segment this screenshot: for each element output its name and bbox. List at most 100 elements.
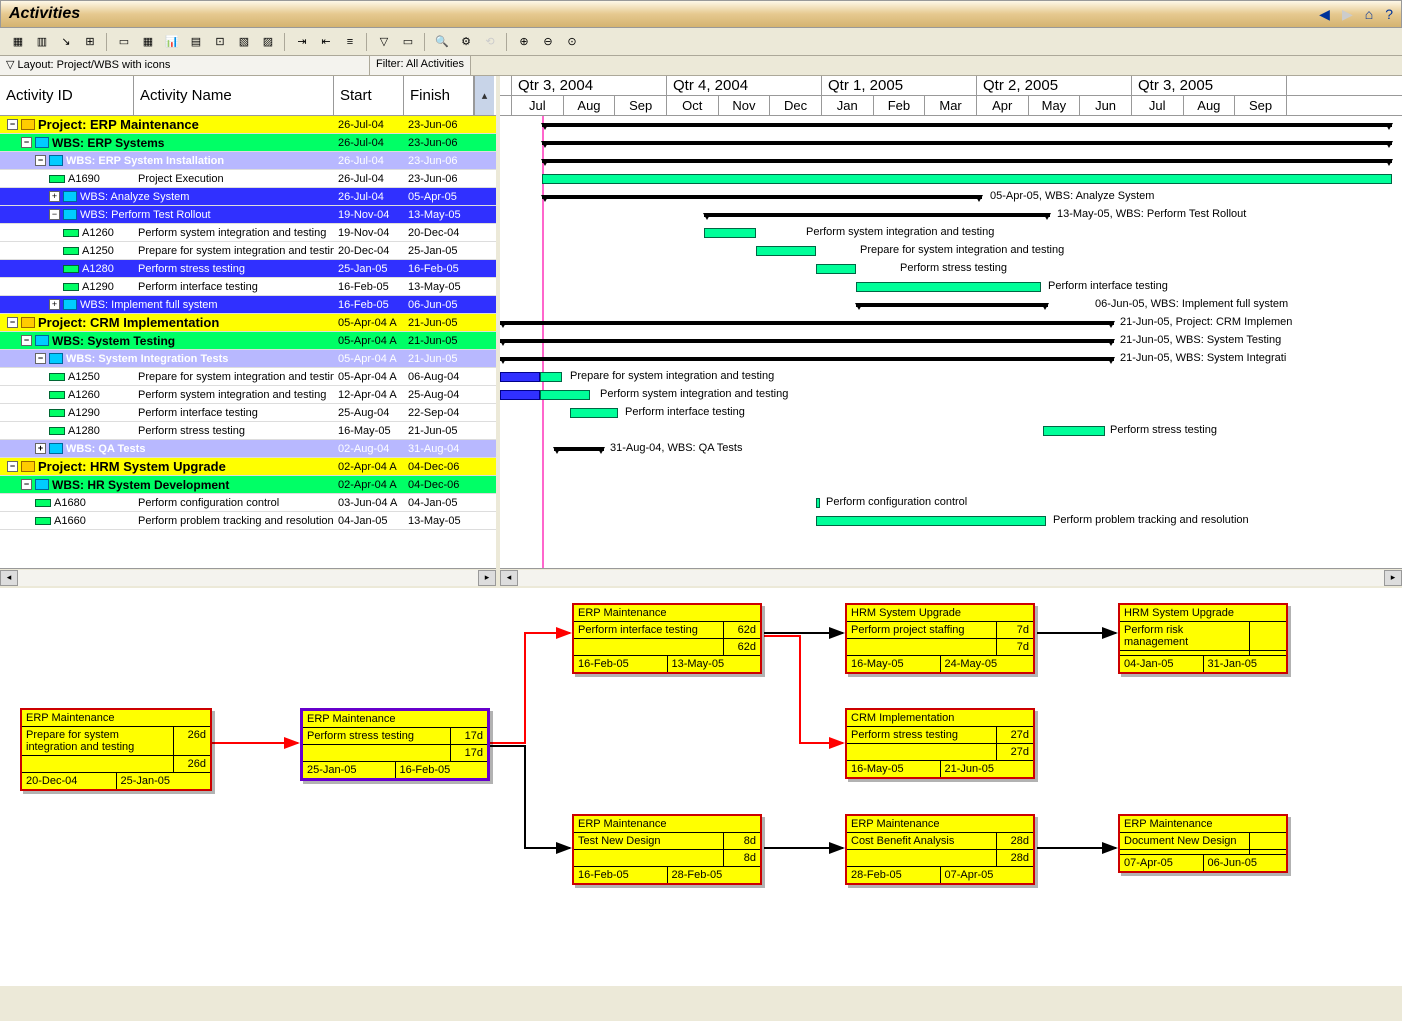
grid-icon[interactable]: ▭: [114, 32, 134, 52]
task-bar[interactable]: [500, 390, 540, 400]
indent-icon[interactable]: ⇥: [292, 32, 312, 52]
expander-icon[interactable]: −: [7, 119, 18, 130]
task-bar[interactable]: [570, 408, 618, 418]
grid-row[interactable]: A1260Perform system integration and test…: [0, 224, 496, 242]
col-start[interactable]: Start: [334, 76, 404, 115]
zoom-out-icon[interactable]: ⊖: [538, 32, 558, 52]
col-finish[interactable]: Finish: [404, 76, 474, 115]
network-diagram[interactable]: ERP MaintenancePrepare for system integr…: [0, 586, 1402, 986]
network-node[interactable]: ERP MaintenancePerform interface testing…: [572, 603, 762, 674]
grid-row[interactable]: + WBS: Implement full systemWBS: Impleme…: [0, 296, 496, 314]
grid-row[interactable]: A1690Project Execution26-Jul-0423-Jun-06: [0, 170, 496, 188]
network-node[interactable]: HRM System UpgradePerform risk managemen…: [1118, 603, 1288, 674]
summary-bar[interactable]: [554, 447, 604, 451]
task-bar[interactable]: [704, 228, 756, 238]
grid-row[interactable]: − Project: CRM ImplementationProject: CR…: [0, 314, 496, 332]
zoom-fit-icon[interactable]: ⊙: [562, 32, 582, 52]
grid-row[interactable]: + WBS: QA TestsWBS: QA Tests02-Aug-0431-…: [0, 440, 496, 458]
expander-icon[interactable]: −: [49, 209, 60, 220]
summary-bar[interactable]: [500, 321, 1114, 325]
expander-icon[interactable]: −: [35, 155, 46, 166]
grid-row[interactable]: − WBS: ERP SystemsWBS: ERP Systems26-Jul…: [0, 134, 496, 152]
task-bar[interactable]: [816, 498, 820, 508]
summary-bar[interactable]: [542, 195, 982, 199]
expander-icon[interactable]: −: [7, 317, 18, 328]
scroll-up-icon[interactable]: ▴: [474, 76, 494, 115]
grid-row[interactable]: A1660Perform problem tracking and resolu…: [0, 512, 496, 530]
gantt-chart[interactable]: 05-Apr-05, WBS: Analyze System13-May-05,…: [500, 116, 1402, 568]
network-node[interactable]: ERP MaintenanceCost Benefit Analysis28d2…: [845, 814, 1035, 885]
scroll-left-icon[interactable]: ◂: [500, 570, 518, 586]
network-node[interactable]: ERP MaintenanceDocument New Design07-Apr…: [1118, 814, 1288, 873]
grid-row[interactable]: A1260Perform system integration and test…: [0, 386, 496, 404]
hscroll-right[interactable]: ◂ ▸: [500, 568, 1402, 586]
network-node[interactable]: CRM ImplementationPerform stress testing…: [845, 708, 1035, 779]
filter-icon[interactable]: ▽: [374, 32, 394, 52]
network-node[interactable]: HRM System UpgradePerform project staffi…: [845, 603, 1035, 674]
grid-row[interactable]: A1250Prepare for system integration and …: [0, 368, 496, 386]
layout-icon[interactable]: ▦: [8, 32, 28, 52]
expander-icon[interactable]: +: [49, 299, 60, 310]
expander-icon[interactable]: −: [21, 137, 32, 148]
link-icon[interactable]: ⟲: [480, 32, 500, 52]
chart-icon[interactable]: 📊: [162, 32, 182, 52]
home-icon[interactable]: ⌂: [1365, 6, 1373, 22]
grid-row[interactable]: A1280Perform stress testing25-Jan-0516-F…: [0, 260, 496, 278]
expander-icon[interactable]: +: [49, 191, 60, 202]
grid-row[interactable]: − WBS: System TestingWBS: System Testing…: [0, 332, 496, 350]
nav-prev-icon[interactable]: ◀: [1319, 6, 1330, 23]
network-node[interactable]: ERP MaintenancePerform stress testing17d…: [300, 708, 490, 781]
grid-row[interactable]: − WBS: Perform Test RolloutWBS: Perform …: [0, 206, 496, 224]
outdent-icon[interactable]: ⇤: [316, 32, 336, 52]
summary-bar[interactable]: [542, 159, 1392, 163]
rows-icon[interactable]: ≡: [340, 32, 360, 52]
zoom-in-icon[interactable]: ⊕: [514, 32, 534, 52]
network-icon[interactable]: ⊡: [210, 32, 230, 52]
scroll-right-icon[interactable]: ▸: [1384, 570, 1402, 586]
doc-icon[interactable]: ▧: [234, 32, 254, 52]
grid-row[interactable]: − WBS: HR System DevelopmentWBS: HR Syst…: [0, 476, 496, 494]
summary-bar[interactable]: [704, 213, 1050, 217]
col-activity-id[interactable]: Activity ID: [0, 76, 134, 115]
expander-icon[interactable]: −: [21, 479, 32, 490]
find-icon[interactable]: 🔍: [432, 32, 452, 52]
expander-icon[interactable]: +: [35, 443, 46, 454]
hscroll-left[interactable]: ◂ ▸: [0, 568, 496, 586]
task-bar[interactable]: [500, 372, 540, 382]
expander-icon[interactable]: −: [21, 335, 32, 346]
scroll-right-icon[interactable]: ▸: [478, 570, 496, 586]
table-icon[interactable]: ▦: [138, 32, 158, 52]
tree-icon[interactable]: ⊞: [80, 32, 100, 52]
grid-row[interactable]: − Project: ERP MaintenanceProject: ERP M…: [0, 116, 496, 134]
nav-next-icon[interactable]: ▶: [1342, 6, 1353, 23]
scroll-left-icon[interactable]: ◂: [0, 570, 18, 586]
expander-icon[interactable]: −: [35, 353, 46, 364]
grid-row[interactable]: − Project: HRM System UpgradeProject: HR…: [0, 458, 496, 476]
grid-row[interactable]: A1680Perform configuration control03-Jun…: [0, 494, 496, 512]
network-node[interactable]: ERP MaintenancePrepare for system integr…: [20, 708, 212, 791]
page-icon[interactable]: ▨: [258, 32, 278, 52]
gantt-icon[interactable]: ▤: [186, 32, 206, 52]
summary-bar[interactable]: [856, 303, 1048, 307]
network-node[interactable]: ERP MaintenanceTest New Design8d8d16-Feb…: [572, 814, 762, 885]
grid-row[interactable]: − WBS: ERP System InstallationWBS: ERP S…: [0, 152, 496, 170]
filter-cell[interactable]: Filter: All Activities: [370, 56, 471, 75]
task-bar[interactable]: [542, 174, 1392, 184]
grid-row[interactable]: A1290Perform interface testing25-Aug-042…: [0, 404, 496, 422]
task-bar[interactable]: [756, 246, 816, 256]
task-bar[interactable]: [540, 372, 562, 382]
help-icon[interactable]: ?: [1385, 6, 1393, 22]
layout-cell[interactable]: ▽ Layout: Project/WBS with icons: [0, 56, 370, 75]
columns-icon[interactable]: ▥: [32, 32, 52, 52]
col-activity-name[interactable]: Activity Name: [134, 76, 334, 115]
arrow-icon[interactable]: ↘: [56, 32, 76, 52]
task-bar[interactable]: [856, 282, 1041, 292]
summary-bar[interactable]: [500, 339, 1114, 343]
task-bar[interactable]: [816, 264, 856, 274]
task-bar[interactable]: [816, 516, 1046, 526]
summary-bar[interactable]: [500, 357, 1114, 361]
bars-icon[interactable]: ▭: [398, 32, 418, 52]
expander-icon[interactable]: −: [7, 461, 18, 472]
task-bar[interactable]: [540, 390, 590, 400]
grid-row[interactable]: A1280Perform stress testing16-May-0521-J…: [0, 422, 496, 440]
